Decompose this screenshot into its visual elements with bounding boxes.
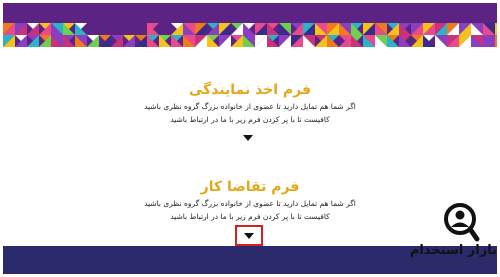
job-application-expand-icon[interactable]	[244, 233, 254, 239]
agency-form-expand-icon[interactable]	[243, 135, 253, 141]
job-application-title: فرم تقاضا کار	[200, 179, 300, 195]
geometric-pattern	[3, 23, 497, 48]
job-application-line-1: اگر شما هم تمایل دارید تا عضوی از خانواد…	[144, 199, 356, 208]
decorative-banner	[3, 3, 497, 48]
magnifier-person-icon	[444, 203, 480, 242]
agency-form-line-2: کافیست تا با پر کردن فرم زیر با ما در ار…	[170, 115, 330, 124]
logo-name: بازار استخدام	[409, 243, 497, 258]
logo-tagline: BAZARESTKHDAM.COM — مرجع تخصصی استخدام و…	[401, 260, 497, 264]
agency-form-line-1: اگر شما هم تمایل دارید تا عضوی از خانواد…	[144, 102, 356, 111]
pattern-triangle	[495, 23, 497, 35]
pattern-triangle	[495, 35, 497, 47]
page-frame: فرم اخذ نمایندگی اگر شما هم تمایل دارید …	[3, 3, 497, 274]
main-content: فرم اخذ نمایندگی اگر شما هم تمایل دارید …	[3, 48, 497, 248]
site-logo: بازار استخدام BAZARESTKHDAM.COM — مرجع ت…	[401, 199, 497, 274]
job-application-line-2: کافیست تا با پر کردن فرم زیر با ما در ار…	[170, 212, 330, 221]
agency-form-title: فرم اخذ نمایندگی	[188, 82, 312, 98]
